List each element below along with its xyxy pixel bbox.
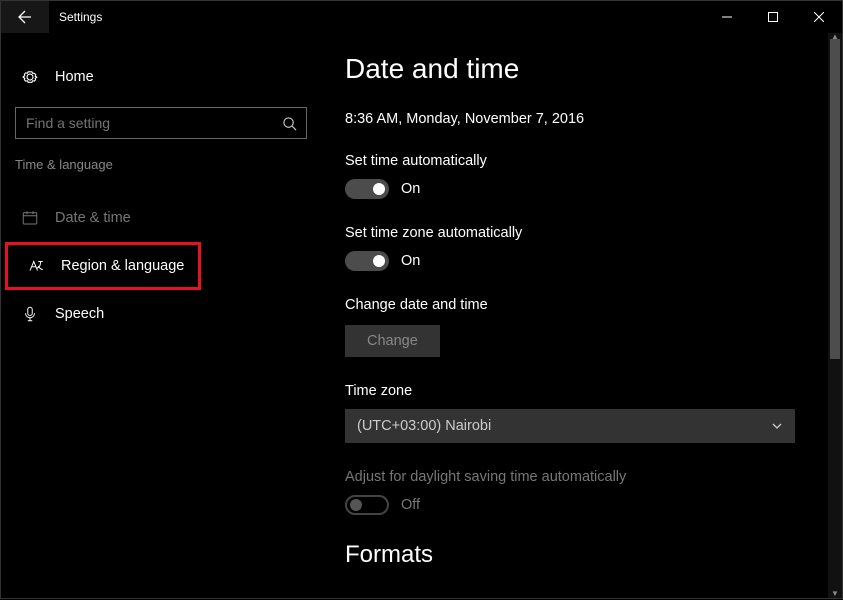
- home-link[interactable]: Home: [1, 55, 321, 99]
- minimize-button[interactable]: [704, 1, 750, 33]
- sidebar-item-label: Date & time: [55, 210, 131, 226]
- language-icon: [25, 257, 47, 275]
- set-time-auto-label: Set time automatically: [345, 153, 818, 169]
- timezone-label: Time zone: [345, 383, 818, 399]
- toggle-state: On: [401, 181, 420, 197]
- arrow-left-icon: [17, 9, 33, 25]
- main-panel: Date and time 8:36 AM, Monday, November …: [321, 33, 842, 598]
- minimize-icon: [722, 12, 732, 22]
- home-label: Home: [55, 69, 94, 85]
- scrollbar-thumb[interactable]: [830, 39, 840, 359]
- gear-icon: [19, 68, 41, 86]
- change-dt-label: Change date and time: [345, 297, 818, 313]
- scroll-down-icon[interactable]: ▼: [828, 586, 842, 600]
- toggle-state: Off: [401, 497, 420, 513]
- dst-toggle: [345, 495, 389, 515]
- timezone-value: (UTC+03:00) Nairobi: [357, 418, 491, 434]
- window-controls: [704, 1, 842, 33]
- scrollbar[interactable]: ▲ ▼: [828, 33, 842, 598]
- close-icon: [814, 12, 824, 22]
- search-input[interactable]: [16, 115, 272, 131]
- change-button[interactable]: Change: [345, 325, 440, 357]
- dst-label: Adjust for daylight saving time automati…: [345, 469, 818, 485]
- maximize-icon: [768, 12, 778, 22]
- sidebar-item-label: Region & language: [61, 258, 184, 274]
- toggle-state: On: [401, 253, 420, 269]
- chevron-down-icon: [771, 420, 783, 432]
- clock-icon: [19, 209, 41, 227]
- set-tz-auto-toggle[interactable]: [345, 251, 389, 271]
- microphone-icon: [19, 305, 41, 323]
- set-time-auto-toggle[interactable]: [345, 179, 389, 199]
- sidebar-item-date-time[interactable]: Date & time: [1, 196, 321, 240]
- sidebar: Home Time & language Date & time Region …: [1, 33, 321, 598]
- set-tz-auto-label: Set time zone automatically: [345, 225, 818, 241]
- maximize-button[interactable]: [750, 1, 796, 33]
- back-button[interactable]: [1, 1, 49, 33]
- sidebar-item-label: Speech: [55, 306, 104, 322]
- sidebar-section-label: Time & language: [1, 157, 321, 172]
- current-datetime: 8:36 AM, Monday, November 7, 2016: [345, 111, 818, 127]
- page-heading: Date and time: [345, 53, 818, 85]
- sidebar-item-speech[interactable]: Speech: [1, 292, 321, 336]
- window-title: Settings: [49, 10, 102, 24]
- titlebar: Settings: [1, 1, 842, 33]
- search-icon: [272, 116, 306, 131]
- formats-heading: Formats: [345, 541, 818, 569]
- search-box[interactable]: [15, 107, 307, 139]
- sidebar-item-region-language[interactable]: Region & language: [7, 244, 199, 288]
- timezone-dropdown[interactable]: (UTC+03:00) Nairobi: [345, 409, 795, 443]
